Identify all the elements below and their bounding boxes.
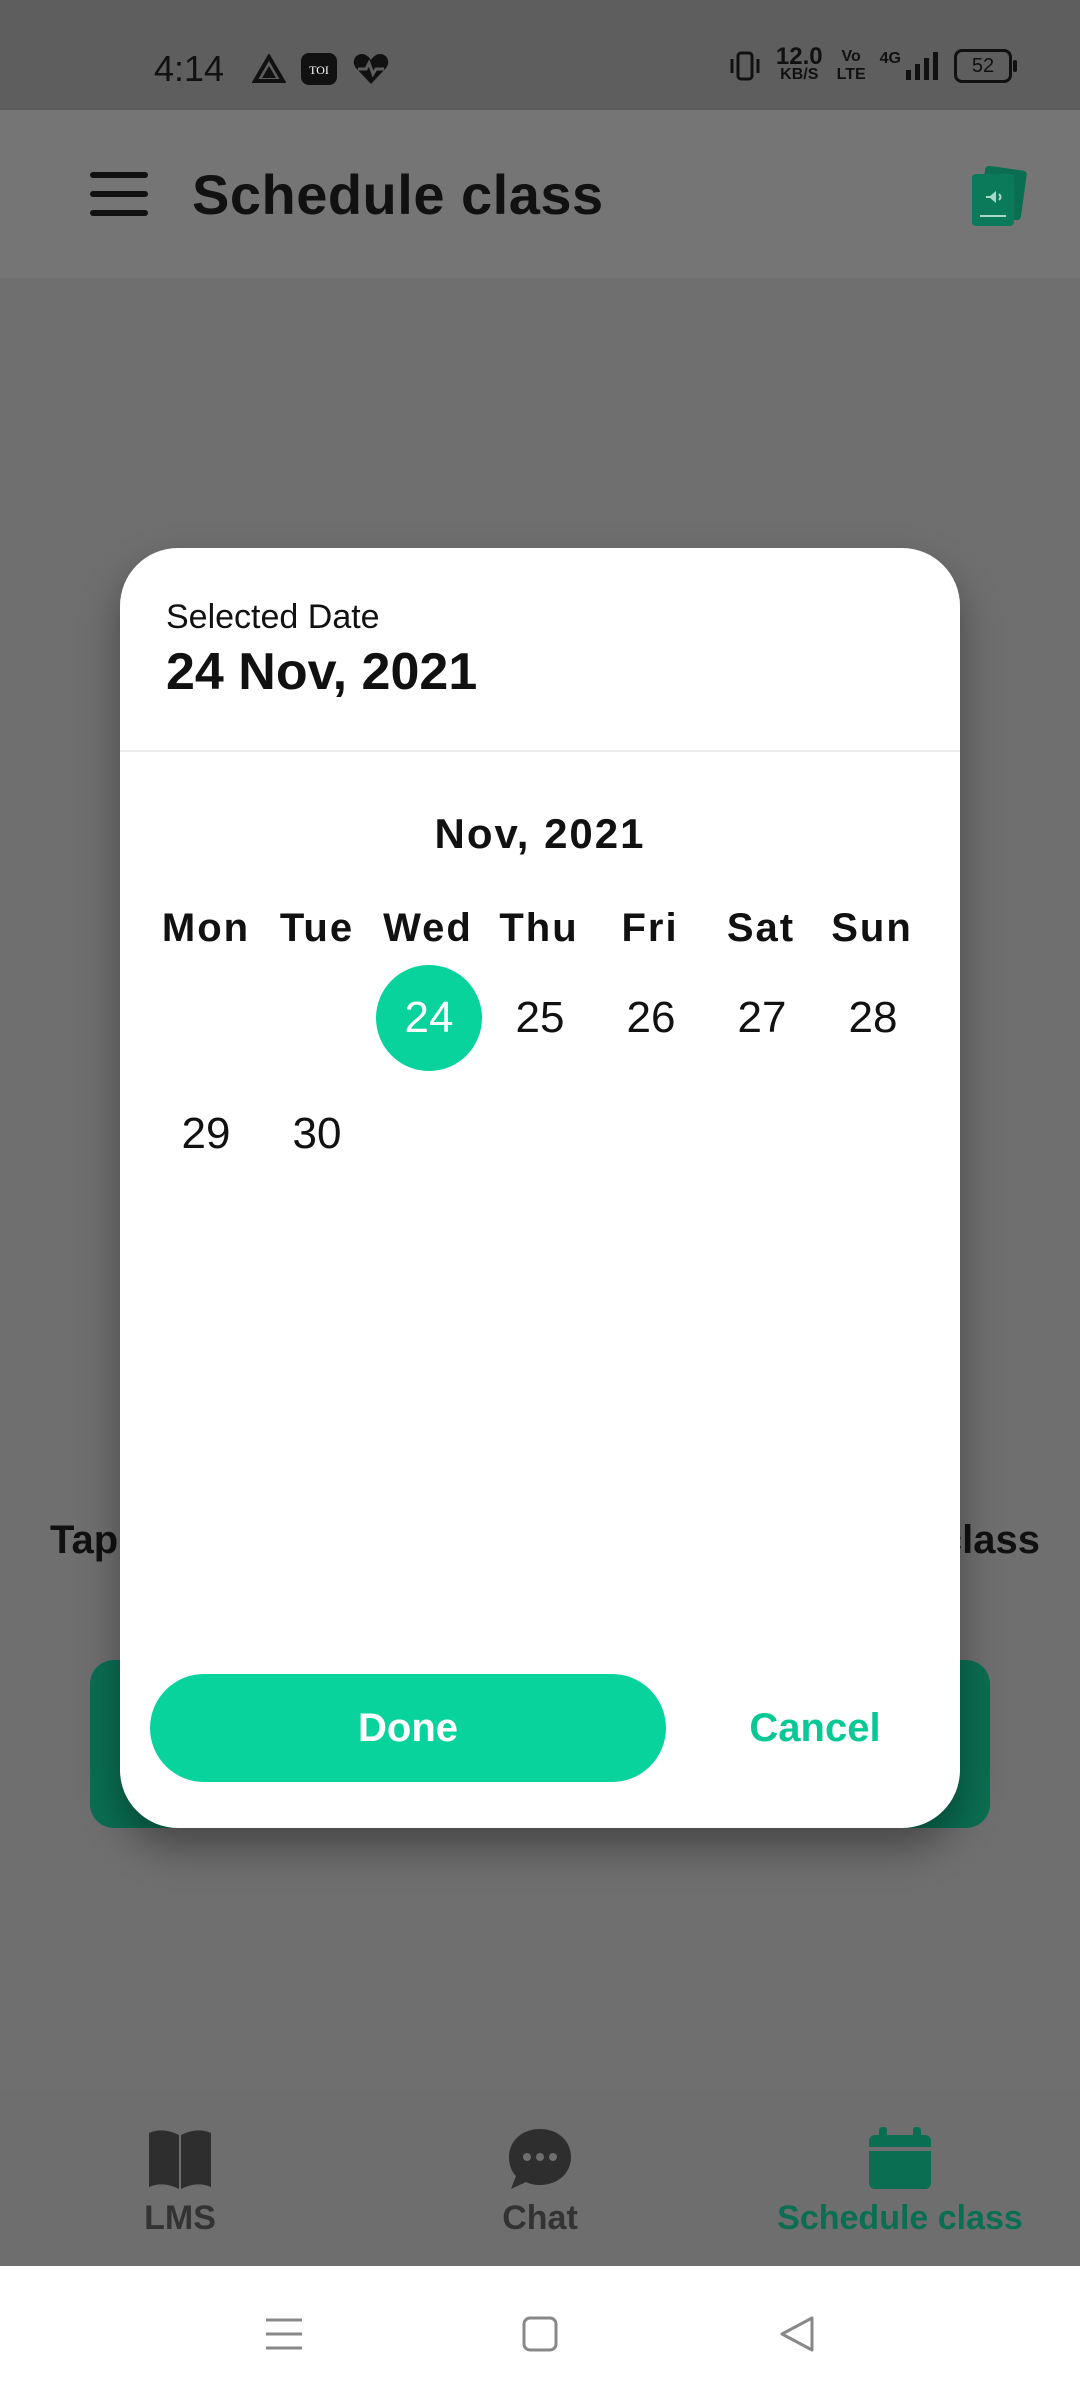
weekday-sat: Sat: [726, 906, 796, 950]
bottom-navigation: LMS Chat Schedule class: [0, 2093, 1080, 2266]
signal-bars-icon: [906, 52, 938, 80]
book-icon: [149, 2130, 211, 2189]
nav-label-chat: Chat: [502, 2199, 578, 2237]
volte-indicator: Vo LTE: [837, 48, 866, 84]
drive-icon: [252, 54, 286, 83]
network-speed-unit: KB/S: [780, 66, 819, 83]
calendar-day[interactable]: 30: [264, 1081, 370, 1187]
selected-date-label: Selected Date: [166, 598, 380, 636]
back-icon[interactable]: [776, 2312, 820, 2356]
app-bar: Schedule class: [0, 110, 1080, 278]
volte-label: Vo: [841, 48, 861, 65]
done-button[interactable]: Done: [150, 1674, 666, 1782]
weekday-wed: Wed: [383, 906, 473, 950]
health-heart-icon: [353, 54, 389, 84]
page-title: Schedule class: [192, 163, 604, 226]
network-speed: 12.0 KB/S: [775, 43, 823, 84]
status-time: 4:14: [154, 48, 225, 89]
weekday-tue: Tue: [279, 906, 355, 950]
status-bar: 4:14 TOI 12.0 KB/S Vo LTE 4G 52: [0, 0, 1080, 110]
calendar-day[interactable]: 25: [487, 965, 593, 1071]
nav-label-lms: LMS: [144, 2199, 216, 2237]
nav-label-schedule-class: Schedule class: [777, 2199, 1023, 2237]
battery-indicator: 52: [954, 49, 1017, 83]
system-navigation-bar: [0, 2266, 1080, 2400]
nav-item-lms[interactable]: LMS: [0, 2093, 360, 2266]
calendar-day[interactable]: 28: [820, 965, 926, 1071]
network-speed-value: 12.0: [775, 43, 823, 70]
calendar-icon: [869, 2127, 931, 2189]
toi-icon: TOI: [301, 53, 337, 85]
nav-item-schedule-class[interactable]: Schedule class: [720, 2093, 1080, 2266]
weekday-mon: Mon: [161, 906, 251, 950]
nav-item-chat[interactable]: Chat: [360, 2093, 720, 2266]
header-divider: [120, 750, 960, 752]
calendar-day-selected[interactable]: 24: [376, 965, 482, 1071]
weekday-fri: Fri: [621, 906, 679, 950]
recent-apps-icon[interactable]: [262, 2312, 306, 2356]
weekday-thu: Thu: [499, 906, 579, 950]
status-system-icons: 12.0 KB/S Vo LTE 4G 52: [728, 43, 1017, 84]
weekday-sun: Sun: [831, 906, 913, 950]
lte-label: LTE: [836, 66, 866, 83]
chat-bubble-icon: [509, 2129, 571, 2189]
month-title: Nov, 2021: [434, 810, 646, 857]
network-type: 4G: [879, 50, 901, 67]
cancel-button[interactable]: Cancel: [710, 1674, 920, 1782]
status-notification-icons: TOI: [252, 52, 390, 86]
weekday-header-row: Mon Tue Wed Thu Fri Sat Sun: [120, 906, 960, 956]
hamburger-menu-icon[interactable]: [90, 172, 148, 216]
home-icon[interactable]: [518, 2312, 562, 2356]
date-picker-dialog: Selected Date 24 Nov, 2021 Nov, 2021 Mon…: [120, 548, 960, 1828]
calendar-day[interactable]: 26: [598, 965, 704, 1071]
calendar-day[interactable]: 29: [153, 1081, 259, 1187]
background-text-left: Tap: [50, 1518, 119, 1562]
signal-indicator: 4G: [880, 50, 940, 82]
svg-text:TOI: TOI: [309, 63, 329, 77]
calendar-day[interactable]: 27: [709, 965, 815, 1071]
selected-date-value: 24 Nov, 2021: [166, 643, 478, 701]
vibrate-icon: [730, 51, 760, 81]
audio-cards-icon[interactable]: [968, 166, 1028, 228]
